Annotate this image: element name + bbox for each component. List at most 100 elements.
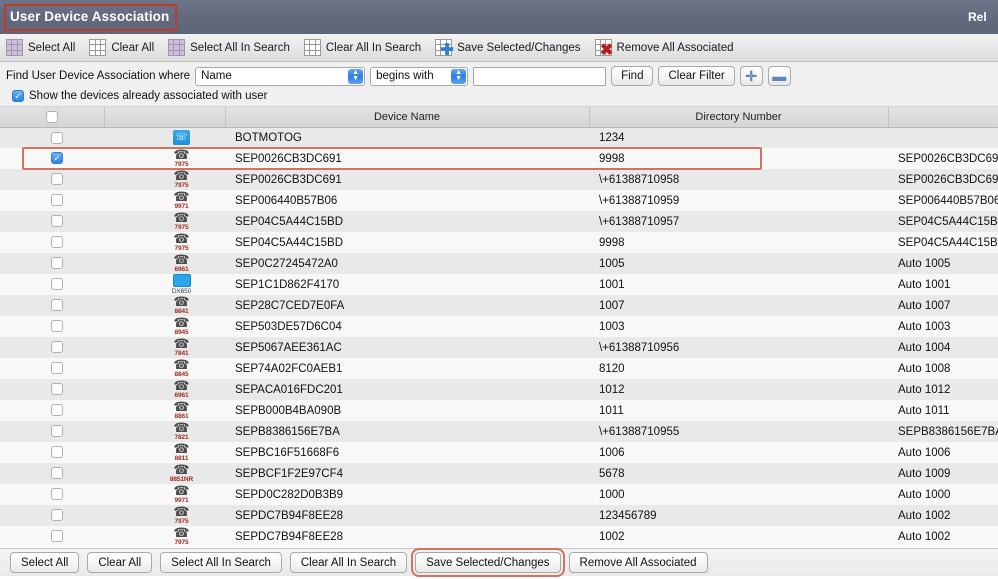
footer-button-select-all-in-search[interactable]: Select All In Search bbox=[160, 552, 282, 573]
row-checkbox-cell[interactable] bbox=[0, 253, 104, 274]
device-model-label: 7975 bbox=[174, 224, 189, 231]
table-row[interactable]: ☎ 7975 SEP04C5A44C15BD 9998 SEP04C5A44C15BD bbox=[0, 232, 998, 253]
search-operator-select[interactable]: begins with ▲ ▼ bbox=[370, 66, 469, 86]
row-checkbox[interactable] bbox=[51, 530, 63, 543]
row-checkbox-cell[interactable] bbox=[0, 358, 104, 379]
show-associated-checkbox[interactable]: ✓ bbox=[12, 90, 24, 102]
row-checkbox[interactable] bbox=[51, 425, 63, 438]
dx650-icon: DX650 bbox=[172, 274, 191, 295]
find-button[interactable]: Find bbox=[611, 66, 654, 86]
row-checkbox-cell[interactable] bbox=[0, 463, 104, 484]
table-row[interactable]: ☎ 9971 SEPD0C282D0B3B9 1000 Auto 1000 bbox=[0, 484, 998, 505]
table-row[interactable]: ☎ 7841 SEP5067AEE361AC \+61388710956 Auto 10… bbox=[0, 337, 998, 358]
table-row[interactable]: ☎ 7975 SEP04C5A44C15BD \+61388710957 SEP04C5… bbox=[0, 211, 998, 232]
row-checkbox[interactable] bbox=[51, 467, 63, 480]
table-row[interactable]: ☎ 8841 SEP28C7CED7E0FA 1007 Auto 1007 bbox=[0, 295, 998, 316]
action-toolbar: Select All Clear All Select All In Search C… bbox=[0, 34, 998, 62]
header-directory-number[interactable]: Directory Number bbox=[589, 107, 889, 128]
desk-phone-glyph: ☎ bbox=[173, 505, 190, 519]
search-field-select[interactable]: Name ▲ ▼ bbox=[195, 66, 366, 86]
row-checkbox[interactable] bbox=[51, 257, 63, 270]
remove-filter-row-button[interactable]: ▬ bbox=[767, 66, 791, 86]
row-checkbox[interactable] bbox=[51, 509, 63, 522]
row-checkbox[interactable]: ✓ bbox=[51, 152, 63, 165]
row-checkbox-cell[interactable] bbox=[0, 127, 104, 148]
row-checkbox-cell[interactable] bbox=[0, 211, 104, 232]
row-checkbox[interactable] bbox=[51, 236, 63, 249]
row-checkbox-cell[interactable] bbox=[0, 526, 104, 547]
row-checkbox[interactable] bbox=[51, 341, 63, 354]
row-checkbox[interactable] bbox=[51, 362, 63, 375]
row-checkbox[interactable] bbox=[51, 194, 63, 207]
row-checkbox[interactable] bbox=[51, 488, 63, 501]
table-row[interactable]: ☎ 7821 SEPB8386156E7BA \+61388710955 SEPB838… bbox=[0, 421, 998, 442]
table-row[interactable]: ☎ 7975 SEP0026CB3DC691 \+61388710958 SEP0026… bbox=[0, 169, 998, 190]
row-checkbox-cell[interactable] bbox=[0, 274, 104, 295]
device-model-label: 8945 bbox=[174, 329, 189, 336]
table-row[interactable]: ☏ BOTMOTOG 1234 bbox=[0, 127, 998, 148]
row-checkbox-cell[interactable] bbox=[0, 505, 104, 526]
toolbar-item-clear-all[interactable]: Clear All bbox=[89, 39, 154, 56]
clear-filter-button[interactable]: Clear Filter bbox=[658, 66, 735, 86]
row-checkbox-cell[interactable] bbox=[0, 295, 104, 316]
row-checkbox-cell[interactable] bbox=[0, 379, 104, 400]
device-table-container[interactable]: Device Name Directory Number ☏ BOTMOTOG 12… bbox=[0, 107, 998, 548]
row-checkbox-cell[interactable] bbox=[0, 190, 104, 211]
related-links-label[interactable]: Rel bbox=[968, 10, 994, 24]
row-checkbox[interactable] bbox=[51, 383, 63, 396]
table-row[interactable]: ☎ 8945 SEP503DE57D6C04 1003 Auto 1003 bbox=[0, 316, 998, 337]
table-row[interactable]: ☎ 8851NR SEPBCF1F2E97CF4 5678 Auto 1009 bbox=[0, 463, 998, 484]
table-row[interactable]: ☎ 6961 SEPACA016FDC201 1012 Auto 1012 bbox=[0, 379, 998, 400]
table-row[interactable]: ☎ 8861 SEPB000B4BA090B 1011 Auto 1011 bbox=[0, 400, 998, 421]
row-checkbox[interactable] bbox=[51, 173, 63, 186]
device-name-cell: BOTMOTOG bbox=[225, 127, 589, 148]
table-row[interactable]: ☎ 7975 SEPDC7B94F8EE28 1002 Auto 1002 bbox=[0, 526, 998, 547]
row-checkbox[interactable] bbox=[51, 404, 63, 417]
row-checkbox-cell[interactable]: ✓ bbox=[0, 148, 104, 169]
table-row[interactable]: ☎ 9971 SEP006440B57B06 \+61388710959 SEP0064… bbox=[0, 190, 998, 211]
toolbar-item-clear-all-in-search[interactable]: Clear All In Search bbox=[303, 39, 421, 56]
footer-button-clear-all[interactable]: Clear All bbox=[87, 552, 153, 573]
row-checkbox-cell[interactable] bbox=[0, 484, 104, 505]
row-checkbox[interactable] bbox=[51, 299, 63, 312]
add-filter-row-button[interactable]: ✛ bbox=[739, 66, 763, 86]
table-row[interactable]: ☎ 8811 SEPBC16F51668F6 1006 Auto 1006 bbox=[0, 442, 998, 463]
row-checkbox-cell[interactable] bbox=[0, 421, 104, 442]
row-checkbox[interactable] bbox=[51, 278, 63, 291]
table-row[interactable]: ☎ 7975 SEPDC7B94F8EE28 123456789 Auto 1002 bbox=[0, 505, 998, 526]
row-checkbox-cell[interactable] bbox=[0, 337, 104, 358]
row-checkbox[interactable] bbox=[51, 446, 63, 459]
phone-icon: ☎ 8861 bbox=[173, 400, 189, 420]
footer-button-select-all[interactable]: Select All bbox=[10, 552, 80, 573]
table-row[interactable]: ☎ 6961 SEP0C27245472A0 1005 Auto 1005 bbox=[0, 253, 998, 274]
row-checkbox-cell[interactable] bbox=[0, 442, 104, 463]
footer-button-save-selected-changes[interactable]: Save Selected/Changes bbox=[411, 548, 565, 577]
search-field-value: Name bbox=[201, 70, 232, 82]
row-checkbox[interactable] bbox=[51, 215, 63, 228]
row-checkbox-cell[interactable] bbox=[0, 400, 104, 421]
device-model-label: 8811 bbox=[174, 455, 189, 462]
table-row[interactable]: DX650 SEP1C1D862F4170 1001 Auto 1001 bbox=[0, 274, 998, 295]
toolbar-item-remove-all-associated[interactable]: ✖ Remove All Associated bbox=[594, 39, 734, 59]
row-checkbox-cell[interactable] bbox=[0, 169, 104, 190]
toolbar-item-save-selected-changes[interactable]: ✚ Save Selected/Changes bbox=[435, 39, 581, 59]
row-checkbox[interactable] bbox=[51, 131, 63, 144]
desk-phone-glyph: ☎ bbox=[173, 211, 190, 225]
row-checkbox-cell[interactable] bbox=[0, 232, 104, 253]
row-checkbox-cell[interactable] bbox=[0, 316, 104, 337]
toolbar-item-select-all-in-search[interactable]: Select All In Search bbox=[168, 39, 290, 56]
table-row[interactable]: ☎ 8845 SEP74A02FC0AEB1 8120 Auto 1008 bbox=[0, 358, 998, 379]
grid-empty-icon bbox=[303, 39, 321, 56]
footer-button-clear-all-in-search[interactable]: Clear All In Search bbox=[289, 552, 408, 573]
header-description[interactable] bbox=[888, 107, 998, 128]
header-select-all-cell[interactable] bbox=[0, 107, 105, 128]
toolbar-item-select-all[interactable]: Select All bbox=[6, 39, 75, 56]
footer-button-remove-all-associated[interactable]: Remove All Associated bbox=[568, 552, 708, 573]
row-checkbox[interactable] bbox=[51, 320, 63, 333]
device-name-cell: SEPDC7B94F8EE28 bbox=[225, 505, 589, 526]
header-device-name[interactable]: Device Name bbox=[225, 107, 590, 128]
table-row[interactable]: ✓ ☎ 7975 SEP0026CB3DC691 9998 SEP0026CB3DC691 bbox=[0, 148, 998, 169]
select-all-checkbox[interactable] bbox=[45, 110, 58, 123]
directory-number-cell: 1012 bbox=[589, 379, 888, 400]
search-input[interactable] bbox=[473, 66, 607, 86]
